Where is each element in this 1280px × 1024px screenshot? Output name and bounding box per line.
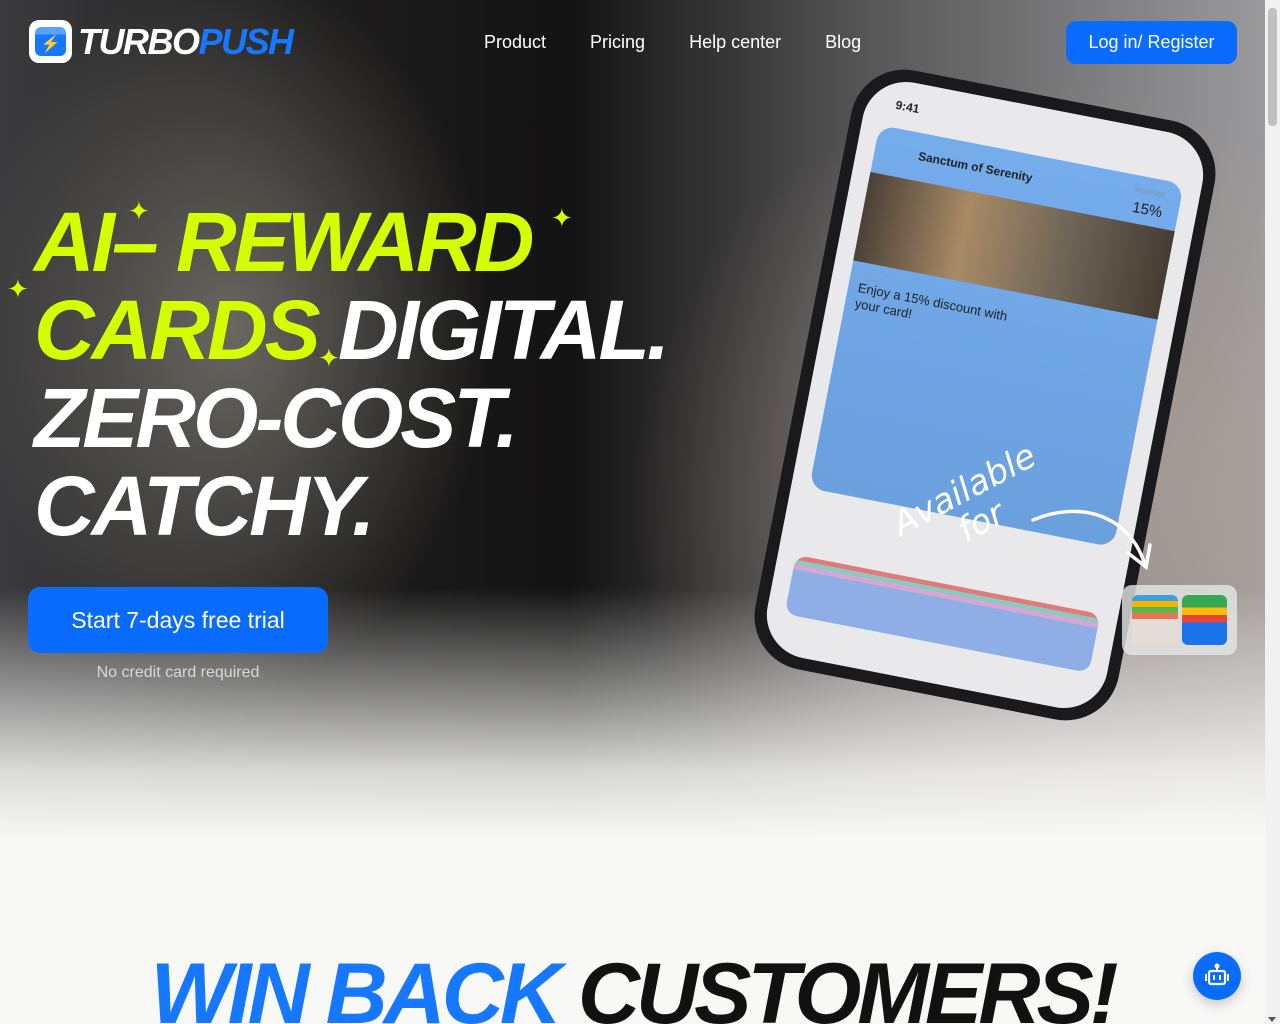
- main-nav: Product Pricing Help center Blog: [484, 32, 861, 53]
- no-credit-card-note: No credit card required: [96, 664, 260, 681]
- scrollbar[interactable]: [1265, 0, 1280, 1024]
- title-customers: CUSTOMERS!: [577, 946, 1119, 1024]
- start-trial-button[interactable]: Start 7-days free trial: [28, 587, 328, 653]
- sparkle-icon: ✦: [128, 196, 150, 226]
- sparkle-icon: ✦: [318, 343, 340, 373]
- nav-help-center[interactable]: Help center: [689, 32, 781, 53]
- scrollbar-thumb[interactable]: [1268, 8, 1277, 126]
- lightning-icon: ⚡: [29, 20, 72, 63]
- phone-time: 9:41: [894, 97, 921, 117]
- logo-part2: PUSH: [198, 20, 295, 62]
- headline-cards: CARDS: [34, 283, 321, 377]
- page: ⚡ TURBOPUSH Product Pricing Help center …: [0, 0, 1265, 1024]
- sparkle-icon: ✦: [551, 203, 573, 233]
- hero-headline: AI– REWARD CARDS DIGITAL. ZERO-COST. CAT…: [34, 195, 670, 553]
- reward-label: REWARD: [1134, 186, 1166, 200]
- google-wallet-icon: [1181, 595, 1227, 645]
- robot-icon: [1205, 963, 1229, 986]
- sparkle-icon: ✦: [7, 274, 29, 304]
- nav-blog[interactable]: Blog: [825, 32, 861, 53]
- logo-part1: TURBO: [78, 20, 200, 62]
- chatbot-button[interactable]: [1193, 952, 1241, 1000]
- headline-ai: AI: [34, 195, 115, 289]
- title-win-back: WIN BACK: [150, 946, 562, 1024]
- headline-digital: DIGITAL.: [338, 283, 670, 377]
- apple-wallet-icon: [1132, 595, 1178, 645]
- nav-pricing[interactable]: Pricing: [590, 32, 645, 53]
- reward-value: 15%: [1130, 198, 1164, 222]
- section-title: WIN BACK CUSTOMERS!: [0, 945, 1265, 1024]
- login-register-button[interactable]: Log in/ Register: [1066, 21, 1237, 64]
- headline-catchy: CATCHY.: [34, 459, 375, 553]
- wallet-badges[interactable]: [1122, 585, 1237, 655]
- logo[interactable]: ⚡ TURBOPUSH: [29, 20, 295, 63]
- headline-zero-cost: ZERO-COST.: [34, 371, 519, 465]
- offer-text: Enjoy a 15% discount with your card!: [853, 279, 1009, 324]
- scroll-down-arrow[interactable]: [1268, 1017, 1276, 1022]
- business-name: Sanctum of Serenity: [917, 149, 1034, 185]
- arrow-icon: [1031, 509, 1152, 571]
- nav-product[interactable]: Product: [484, 32, 546, 53]
- logo-text: TURBOPUSH: [78, 20, 295, 63]
- headline-reward: – REWARD: [112, 195, 534, 289]
